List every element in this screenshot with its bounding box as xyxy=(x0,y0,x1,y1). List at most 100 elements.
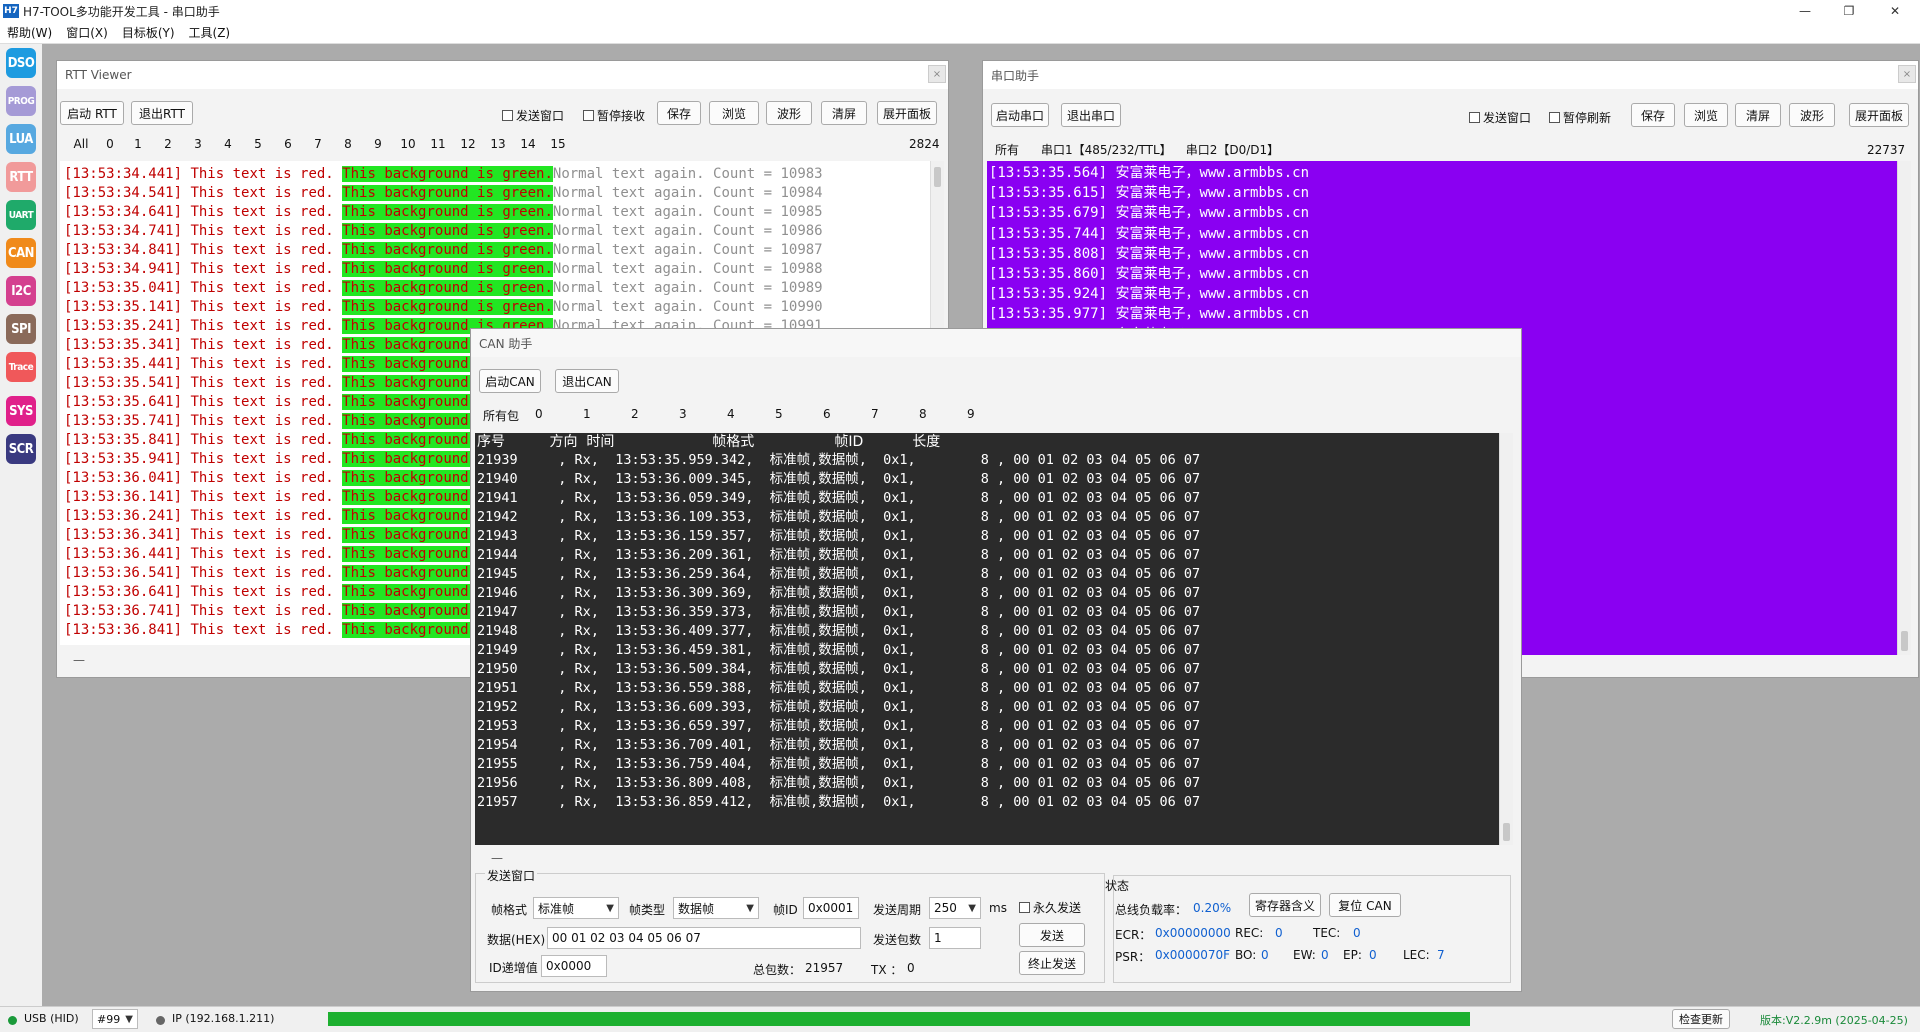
tab-rtt-8[interactable]: 8 xyxy=(333,137,363,151)
register-meaning-button[interactable]: 寄存器含义 xyxy=(1249,893,1321,917)
tab-can-all[interactable]: 所有包 xyxy=(483,407,535,424)
tab-can-3[interactable]: 3 xyxy=(679,407,727,424)
tab-serial-port1[interactable]: 串口1【485/232/TTL】 xyxy=(1041,141,1172,158)
nav-uart-button[interactable]: UART xyxy=(6,200,36,230)
tab-rtt-9[interactable]: 9 xyxy=(363,137,393,151)
menu-target[interactable]: 目标板(Y) xyxy=(122,24,175,41)
can-row-separator xyxy=(916,490,981,506)
tab-rtt-15[interactable]: 15 xyxy=(543,137,573,151)
tx-label: TX ： xyxy=(871,963,903,977)
tab-rtt-1[interactable]: 1 xyxy=(123,137,153,151)
device-select[interactable]: #99 ▼ xyxy=(92,1009,138,1029)
serial-close-icon[interactable]: × xyxy=(1898,65,1916,83)
tab-rtt-7[interactable]: 7 xyxy=(303,137,333,151)
nav-rtt-button[interactable]: RTT xyxy=(6,162,36,192)
nav-scr-button[interactable]: SCR xyxy=(6,434,36,464)
serial-wave-button[interactable]: 波形 xyxy=(1789,103,1835,127)
rtt-expand-button[interactable]: 展开面板 xyxy=(877,101,937,125)
nav-i2c-button[interactable]: I2C xyxy=(6,276,36,306)
data-hex-input[interactable]: 00 01 02 03 04 05 06 07 xyxy=(547,927,861,949)
minimize-button[interactable]: — xyxy=(1782,0,1828,22)
tab-can-8[interactable]: 8 xyxy=(919,407,967,424)
serial-expand-button[interactable]: 展开面板 xyxy=(1849,103,1909,127)
reset-can-button[interactable]: 复位 CAN xyxy=(1329,893,1401,917)
rtt-line: [13:53:35.041] This text is red. This ba… xyxy=(64,279,930,298)
frame-id-input[interactable]: 0x0001 xyxy=(803,897,859,919)
menu-help[interactable]: 帮助(W) xyxy=(7,24,52,41)
packet-count-input[interactable]: 1 xyxy=(929,927,981,949)
tab-can-1[interactable]: 1 xyxy=(583,407,631,424)
serial-stop-button[interactable]: 退出串口 xyxy=(1061,103,1121,127)
rtt-send-window-checkbox[interactable]: 发送窗口 xyxy=(502,107,564,124)
rtt-pause-checkbox[interactable]: 暂停接收 xyxy=(583,107,645,124)
serial-send-window-checkbox[interactable]: 发送窗口 xyxy=(1469,109,1531,126)
can-row-format: 标准帧,数据帧, xyxy=(769,585,867,601)
tab-rtt-3[interactable]: 3 xyxy=(183,137,213,151)
rtt-clear-button[interactable]: 清屏 xyxy=(821,101,867,125)
tab-can-5[interactable]: 5 xyxy=(775,407,823,424)
tab-can-6[interactable]: 6 xyxy=(823,407,871,424)
rtt-timestamp: [13:53:34.441] xyxy=(64,166,183,182)
serial-start-button[interactable]: 启动串口 xyxy=(991,103,1049,127)
nav-trace-button[interactable]: Trace xyxy=(6,352,36,382)
nav-can-button[interactable]: CAN xyxy=(6,238,36,268)
menu-window[interactable]: 窗口(X) xyxy=(66,24,108,41)
serial-save-button[interactable]: 保存 xyxy=(1631,103,1675,127)
rtt-red-text: This text is red. xyxy=(182,622,343,638)
nav-sys-button[interactable]: SYS xyxy=(6,396,36,426)
serial-clear-button[interactable]: 清屏 xyxy=(1735,103,1781,127)
tab-rtt-11[interactable]: 11 xyxy=(423,137,453,151)
tab-serial-port2[interactable]: 串口2【D0/D1】 xyxy=(1186,141,1279,158)
menu-bar: 帮助(W) 窗口(X) 目标板(Y) 工具(Z) xyxy=(0,22,1920,44)
can-row-index: 21957 xyxy=(477,794,518,810)
tab-rtt-12[interactable]: 12 xyxy=(453,137,483,151)
tab-rtt-all[interactable]: All xyxy=(65,137,97,151)
check-update-button[interactable]: 检查更新 xyxy=(1672,1009,1730,1029)
can-send-group-label: 发送窗口 xyxy=(485,867,538,884)
rtt-save-button[interactable]: 保存 xyxy=(657,101,701,125)
menu-tools[interactable]: 工具(Z) xyxy=(189,24,231,41)
tab-rtt-5[interactable]: 5 xyxy=(243,137,273,151)
frame-type-select[interactable]: 数据帧 ▼ xyxy=(673,897,759,919)
tab-rtt-4[interactable]: 4 xyxy=(213,137,243,151)
can-stop-button[interactable]: 退出CAN xyxy=(555,369,619,393)
frame-format-select[interactable]: 标准帧 ▼ xyxy=(533,897,619,919)
nav-prog-button[interactable]: PROG xyxy=(6,86,36,116)
close-window-button[interactable]: ✕ xyxy=(1872,0,1918,22)
forever-send-checkbox[interactable]: 永久发送 xyxy=(1019,899,1081,916)
tab-rtt-13[interactable]: 13 xyxy=(483,137,513,151)
tab-rtt-6[interactable]: 6 xyxy=(273,137,303,151)
can-output-area[interactable]: 序号 方向 时间 帧格式 帧ID 长度 21939 , Rx, 13:53:35.… xyxy=(475,433,1499,845)
send-period-select[interactable]: 250 ▼ xyxy=(929,897,981,919)
tab-can-4[interactable]: 4 xyxy=(727,407,775,424)
tab-rtt-2[interactable]: 2 xyxy=(153,137,183,151)
serial-browse-button[interactable]: 浏览 xyxy=(1684,103,1728,127)
can-row: 21945 , Rx, 13:53:36.259.364, 标准帧,数据帧, 0… xyxy=(477,565,1499,584)
maximize-button[interactable]: ❐ xyxy=(1826,0,1872,22)
send-button[interactable]: 发送 xyxy=(1019,923,1085,947)
stop-send-button[interactable]: 终止发送 xyxy=(1019,951,1085,975)
tab-rtt-10[interactable]: 10 xyxy=(393,137,423,151)
nav-spi-button[interactable]: SPI xyxy=(6,314,36,344)
nav-lua-button[interactable]: LUA xyxy=(6,124,36,154)
can-row-index: 21943 xyxy=(477,528,518,544)
rtt-stop-button[interactable]: 退出RTT xyxy=(131,101,193,125)
nav-dso-button[interactable]: DSO xyxy=(6,48,36,78)
serial-pause-checkbox[interactable]: 暂停刷新 xyxy=(1549,109,1611,126)
tab-can-0[interactable]: 0 xyxy=(535,407,583,424)
rtt-browse-button[interactable]: 浏览 xyxy=(709,101,759,125)
tab-rtt-14[interactable]: 14 xyxy=(513,137,543,151)
tab-can-2[interactable]: 2 xyxy=(631,407,679,424)
rtt-wave-button[interactable]: 波形 xyxy=(766,101,812,125)
tab-can-7[interactable]: 7 xyxy=(871,407,919,424)
rtt-close-icon[interactable]: × xyxy=(928,65,946,83)
serial-scrollbar[interactable] xyxy=(1897,161,1911,655)
can-scrollbar[interactable] xyxy=(1499,433,1513,845)
tab-can-9[interactable]: 9 xyxy=(967,407,1015,424)
tab-serial-all[interactable]: 所有 xyxy=(995,141,1019,158)
tab-rtt-0[interactable]: 0 xyxy=(97,137,123,151)
id-increment-input[interactable]: 0x0000 xyxy=(541,955,607,977)
rtt-start-button[interactable]: 启动 RTT xyxy=(60,101,124,125)
can-start-button[interactable]: 启动CAN xyxy=(479,369,541,393)
can-row-separator xyxy=(867,528,883,544)
